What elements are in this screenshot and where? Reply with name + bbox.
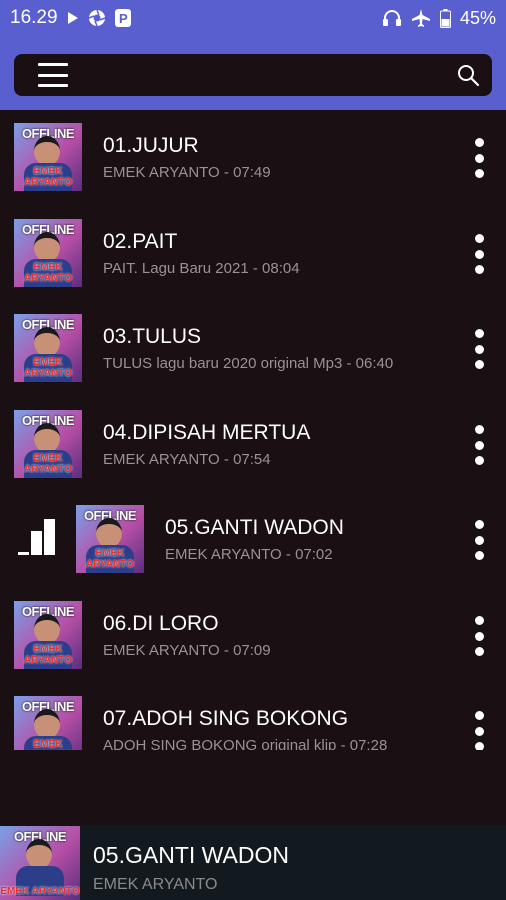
top-bar [0,36,506,110]
song-title: 05.GANTI WADON [165,516,344,539]
now-playing-title: 05.GANTI WADON [93,842,289,868]
more-options-icon[interactable] [472,425,486,465]
song-row[interactable]: OFFLINE EMEK ARYANTO 01.JUJUR EMEK ARYAN… [0,110,506,206]
search-icon[interactable] [456,63,480,87]
song-title: 03.TULUS [103,325,202,348]
headphones-icon [382,9,402,27]
song-subtitle: EMEK ARYANTO - 07:09 [103,642,271,659]
more-options-icon[interactable] [472,234,486,274]
album-art: OFFLINE EMEK ARYANTO [14,696,82,750]
song-row[interactable]: OFFLINE EMEK ARYANTO 02.PAIT PAIT. Lagu … [0,206,506,302]
play-icon [67,11,79,25]
song-subtitle: PAIT. Lagu Baru 2021 - 08:04 [103,260,300,277]
battery-percent: 45% [459,7,496,28]
song-row-playing[interactable]: OFFLINE EMEK ARYANTO 05.GANTI WADON EMEK… [0,492,506,588]
p-icon: P [114,9,131,27]
song-row[interactable]: OFFLINE EMEK ARYANTO 03.TULUS TULUS lagu… [0,301,506,397]
song-title: 07.ADOH SING BOKONG [103,707,349,730]
status-bar: 16.29 P 45% [0,0,506,36]
album-art: OFFLINE EMEK ARYANTO [14,123,82,191]
song-title: 04.DIPISAH MERTUA [103,421,311,444]
album-art: OFFLINE EMEK ARYANTO [14,601,82,669]
album-art: OFFLINE EMEK ARYANTO [14,314,82,382]
more-options-icon[interactable] [472,616,486,656]
song-list: OFFLINE EMEK ARYANTO 01.JUJUR EMEK ARYAN… [0,110,506,750]
song-subtitle: ADOH SING BOKONG original klip - 07:28 [103,737,388,750]
song-title: 01.JUJUR [103,134,199,157]
album-art: OFFLINE EMEK ARYANTO [14,219,82,287]
equalizer-icon [18,519,60,555]
airplane-icon [411,8,431,28]
song-title: 06.DI LORO [103,612,219,635]
song-subtitle: EMEK ARYANTO - 07:49 [103,164,271,181]
mini-player[interactable]: OFFLINE EMEK ARYANTO 05.GANTI WADON EMEK… [0,826,506,900]
song-row[interactable]: OFFLINE EMEK ARYANTO 04.DIPISAH MERTUA E… [0,397,506,493]
now-playing-artist: EMEK ARYANTO [93,876,218,893]
song-row[interactable]: OFFLINE EMEK ARYANTO 06.DI LORO EMEK ARY… [0,588,506,684]
more-options-icon[interactable] [472,711,486,750]
album-art: OFFLINE EMEK ARYANTO [0,826,80,900]
song-subtitle: EMEK ARYANTO - 07:54 [103,451,271,468]
song-subtitle: EMEK ARYANTO - 07:02 [165,546,333,563]
album-art: OFFLINE EMEK ARYANTO [76,505,144,573]
hamburger-menu-icon[interactable] [38,63,68,87]
svg-text:P: P [119,11,128,26]
more-options-icon[interactable] [472,329,486,369]
battery-icon [439,8,451,28]
song-row[interactable]: OFFLINE EMEK ARYANTO 07.ADOH SING BOKONG… [0,683,506,750]
search-bar[interactable] [14,54,492,96]
album-art: OFFLINE EMEK ARYANTO [14,410,82,478]
more-options-icon[interactable] [472,138,486,178]
status-time: 16.29 [10,7,58,28]
song-title: 02.PAIT [103,230,178,253]
more-options-icon[interactable] [472,520,486,560]
song-subtitle: TULUS lagu baru 2020 original Mp3 - 06:4… [103,355,394,372]
aperture-icon [88,9,106,27]
